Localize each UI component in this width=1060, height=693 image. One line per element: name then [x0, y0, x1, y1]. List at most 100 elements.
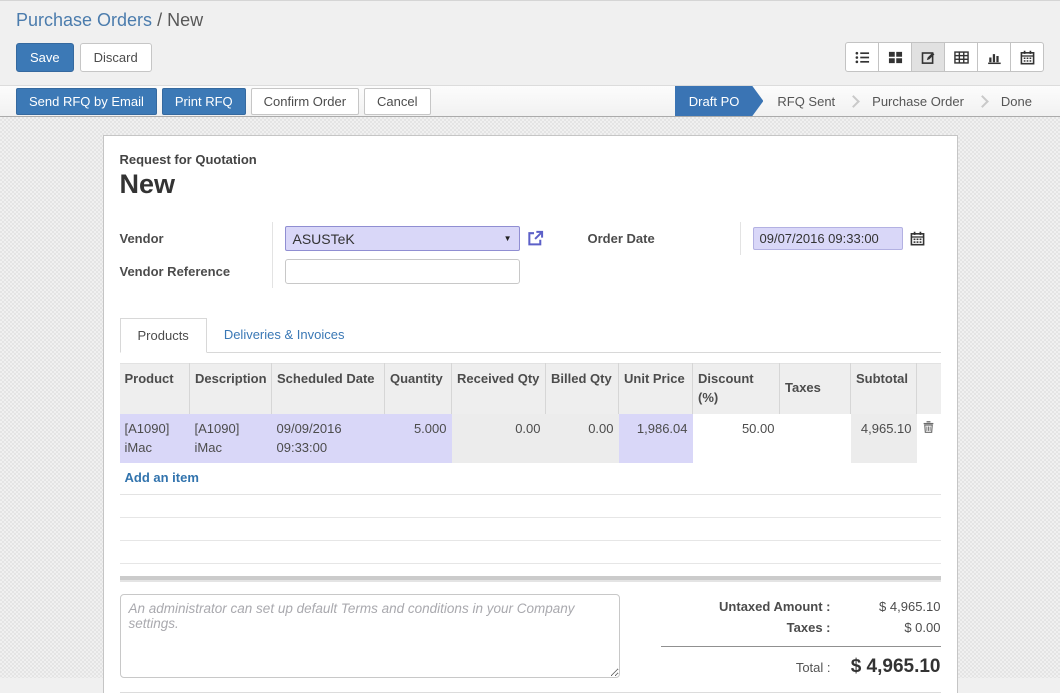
- save-button[interactable]: Save: [16, 43, 74, 72]
- page-title: New: [120, 169, 941, 200]
- total-label: Total :: [661, 657, 845, 678]
- cell-subtotal: 4,965.10: [851, 414, 917, 464]
- add-item-row: Add an item: [120, 463, 941, 494]
- col-header-discount: Discount (%): [693, 364, 780, 414]
- field-groups: Vendor ASUSTeK ▼ Vendor Reference: [120, 222, 941, 288]
- col-header-subtotal: Subtotal: [851, 364, 917, 414]
- document-type-label: Request for Quotation: [120, 152, 941, 167]
- untaxed-amount-label: Untaxed Amount :: [661, 596, 845, 617]
- statusbar: Send RFQ by Email Print RFQ Confirm Orde…: [0, 85, 1060, 117]
- col-header-quantity: Quantity: [385, 364, 452, 414]
- kanban-view-icon: [888, 50, 903, 65]
- pivot-table-icon: [954, 50, 969, 65]
- list-view-icon: [855, 50, 870, 65]
- notebook-tabs: Products Deliveries & Invoices: [120, 318, 941, 353]
- cell-billed-qty: 0.00: [546, 414, 619, 464]
- total-value: $ 4,965.10: [845, 656, 941, 677]
- kanban-view-button[interactable]: [878, 42, 912, 72]
- empty-row: [120, 495, 941, 518]
- cell-delete: [917, 414, 941, 464]
- totals-block: Untaxed Amount : $ 4,965.10 Taxes : $ 0.…: [661, 594, 941, 678]
- button-row: Save Discard: [0, 33, 1060, 85]
- order-line-row: [A1090] iMac [A1090] iMac 09/09/2016 09:…: [120, 414, 941, 464]
- cell-received-qty: 0.00: [452, 414, 546, 464]
- form-view-button[interactable]: [911, 42, 945, 72]
- status-step-done[interactable]: Done: [987, 86, 1046, 116]
- cell-product[interactable]: [A1090] iMac: [120, 414, 190, 464]
- vendor-reference-field: [272, 255, 544, 288]
- taxes-label: Taxes :: [661, 617, 845, 638]
- external-link-button[interactable]: [527, 230, 544, 247]
- order-date-input[interactable]: [753, 227, 903, 250]
- control-panel: Purchase Orders / New Save Discard: [0, 0, 1060, 85]
- dropdown-arrow-icon: ▼: [504, 234, 512, 243]
- pivot-view-button[interactable]: [944, 42, 978, 72]
- cell-quantity[interactable]: 5.000: [385, 414, 452, 464]
- list-view-button[interactable]: [845, 42, 879, 72]
- footer-section: Untaxed Amount : $ 4,965.10 Taxes : $ 0.…: [120, 594, 941, 678]
- order-date-label: Order Date: [588, 222, 740, 255]
- right-field-group: Order Date: [588, 222, 941, 288]
- col-header-unit-price: Unit Price: [619, 364, 693, 414]
- status-step-draft-po[interactable]: Draft PO: [675, 86, 764, 116]
- breadcrumb-current: New: [167, 10, 203, 30]
- breadcrumb-purchase-orders-link[interactable]: Purchase Orders: [16, 10, 152, 30]
- totals-divider: [661, 646, 941, 647]
- status-step-purchase-order[interactable]: Purchase Order: [858, 86, 978, 116]
- status-pipeline: Draft PO RFQ Sent Purchase Order Done: [675, 86, 1060, 116]
- order-date-row: Order Date: [588, 222, 941, 255]
- tab-products[interactable]: Products: [120, 318, 207, 353]
- col-header-received-qty: Received Qty: [452, 364, 546, 414]
- statusbar-buttons: Send RFQ by Email Print RFQ Confirm Orde…: [16, 88, 436, 115]
- datepicker-calendar-icon[interactable]: [910, 231, 925, 246]
- terms-and-conditions-textarea[interactable]: [120, 594, 620, 678]
- vendor-field: ASUSTeK ▼: [272, 222, 544, 255]
- vendor-reference-label: Vendor Reference: [120, 255, 272, 288]
- bar-chart-icon: [987, 50, 1002, 65]
- order-date-field: [740, 222, 941, 255]
- col-header-actions: [917, 364, 941, 414]
- vendor-select[interactable]: ASUSTeK ▼: [285, 226, 520, 251]
- col-header-description: Description: [190, 364, 272, 414]
- tab-deliveries-invoices[interactable]: Deliveries & Invoices: [207, 318, 362, 352]
- cell-scheduled-date[interactable]: 09/09/2016 09:33:00: [272, 414, 385, 464]
- form-sheet: Request for Quotation New Vendor ASUSTeK…: [103, 135, 958, 693]
- calendar-view-button[interactable]: [1010, 42, 1044, 72]
- confirm-order-button[interactable]: Confirm Order: [251, 88, 359, 115]
- view-switcher: [845, 42, 1044, 72]
- total-row: Total : $ 4,965.10: [661, 656, 941, 678]
- vendor-label: Vendor: [120, 222, 272, 255]
- untaxed-amount-row: Untaxed Amount : $ 4,965.10: [661, 596, 941, 617]
- taxes-value: $ 0.00: [845, 617, 941, 638]
- vendor-select-value: ASUSTeK: [293, 231, 504, 247]
- col-header-product: Product: [120, 364, 190, 414]
- vendor-row: Vendor ASUSTeK ▼: [120, 222, 544, 255]
- send-rfq-by-email-button[interactable]: Send RFQ by Email: [16, 88, 157, 115]
- cell-discount[interactable]: 50.00: [693, 414, 780, 464]
- left-field-group: Vendor ASUSTeK ▼ Vendor Reference: [120, 222, 544, 288]
- form-edit-icon: [921, 50, 936, 65]
- calendar-icon: [1020, 50, 1035, 65]
- delete-row-trash-icon[interactable]: [922, 420, 936, 434]
- untaxed-amount-value: $ 4,965.10: [845, 596, 941, 617]
- status-step-rfq-sent[interactable]: RFQ Sent: [763, 86, 849, 116]
- horizontal-scrollbar[interactable]: [120, 576, 941, 582]
- empty-row: [120, 518, 941, 541]
- vendor-reference-input[interactable]: [285, 259, 520, 284]
- order-lines-table: Product Description Scheduled Date Quant…: [120, 363, 941, 564]
- col-header-taxes: Taxes: [780, 364, 851, 414]
- cell-unit-price[interactable]: 1,986.04: [619, 414, 693, 464]
- cancel-button[interactable]: Cancel: [364, 88, 430, 115]
- cell-description[interactable]: [A1090] iMac: [190, 414, 272, 464]
- empty-row: [120, 541, 941, 564]
- col-header-scheduled-date: Scheduled Date: [272, 364, 385, 414]
- breadcrumb: Purchase Orders / New: [0, 1, 1060, 33]
- vendor-reference-row: Vendor Reference: [120, 255, 544, 288]
- graph-view-button[interactable]: [977, 42, 1011, 72]
- add-an-item-link[interactable]: Add an item: [125, 470, 199, 485]
- discard-button[interactable]: Discard: [80, 43, 152, 72]
- taxes-row: Taxes : $ 0.00: [661, 617, 941, 638]
- cell-taxes[interactable]: [780, 414, 851, 464]
- print-rfq-button[interactable]: Print RFQ: [162, 88, 246, 115]
- col-header-billed-qty: Billed Qty: [546, 364, 619, 414]
